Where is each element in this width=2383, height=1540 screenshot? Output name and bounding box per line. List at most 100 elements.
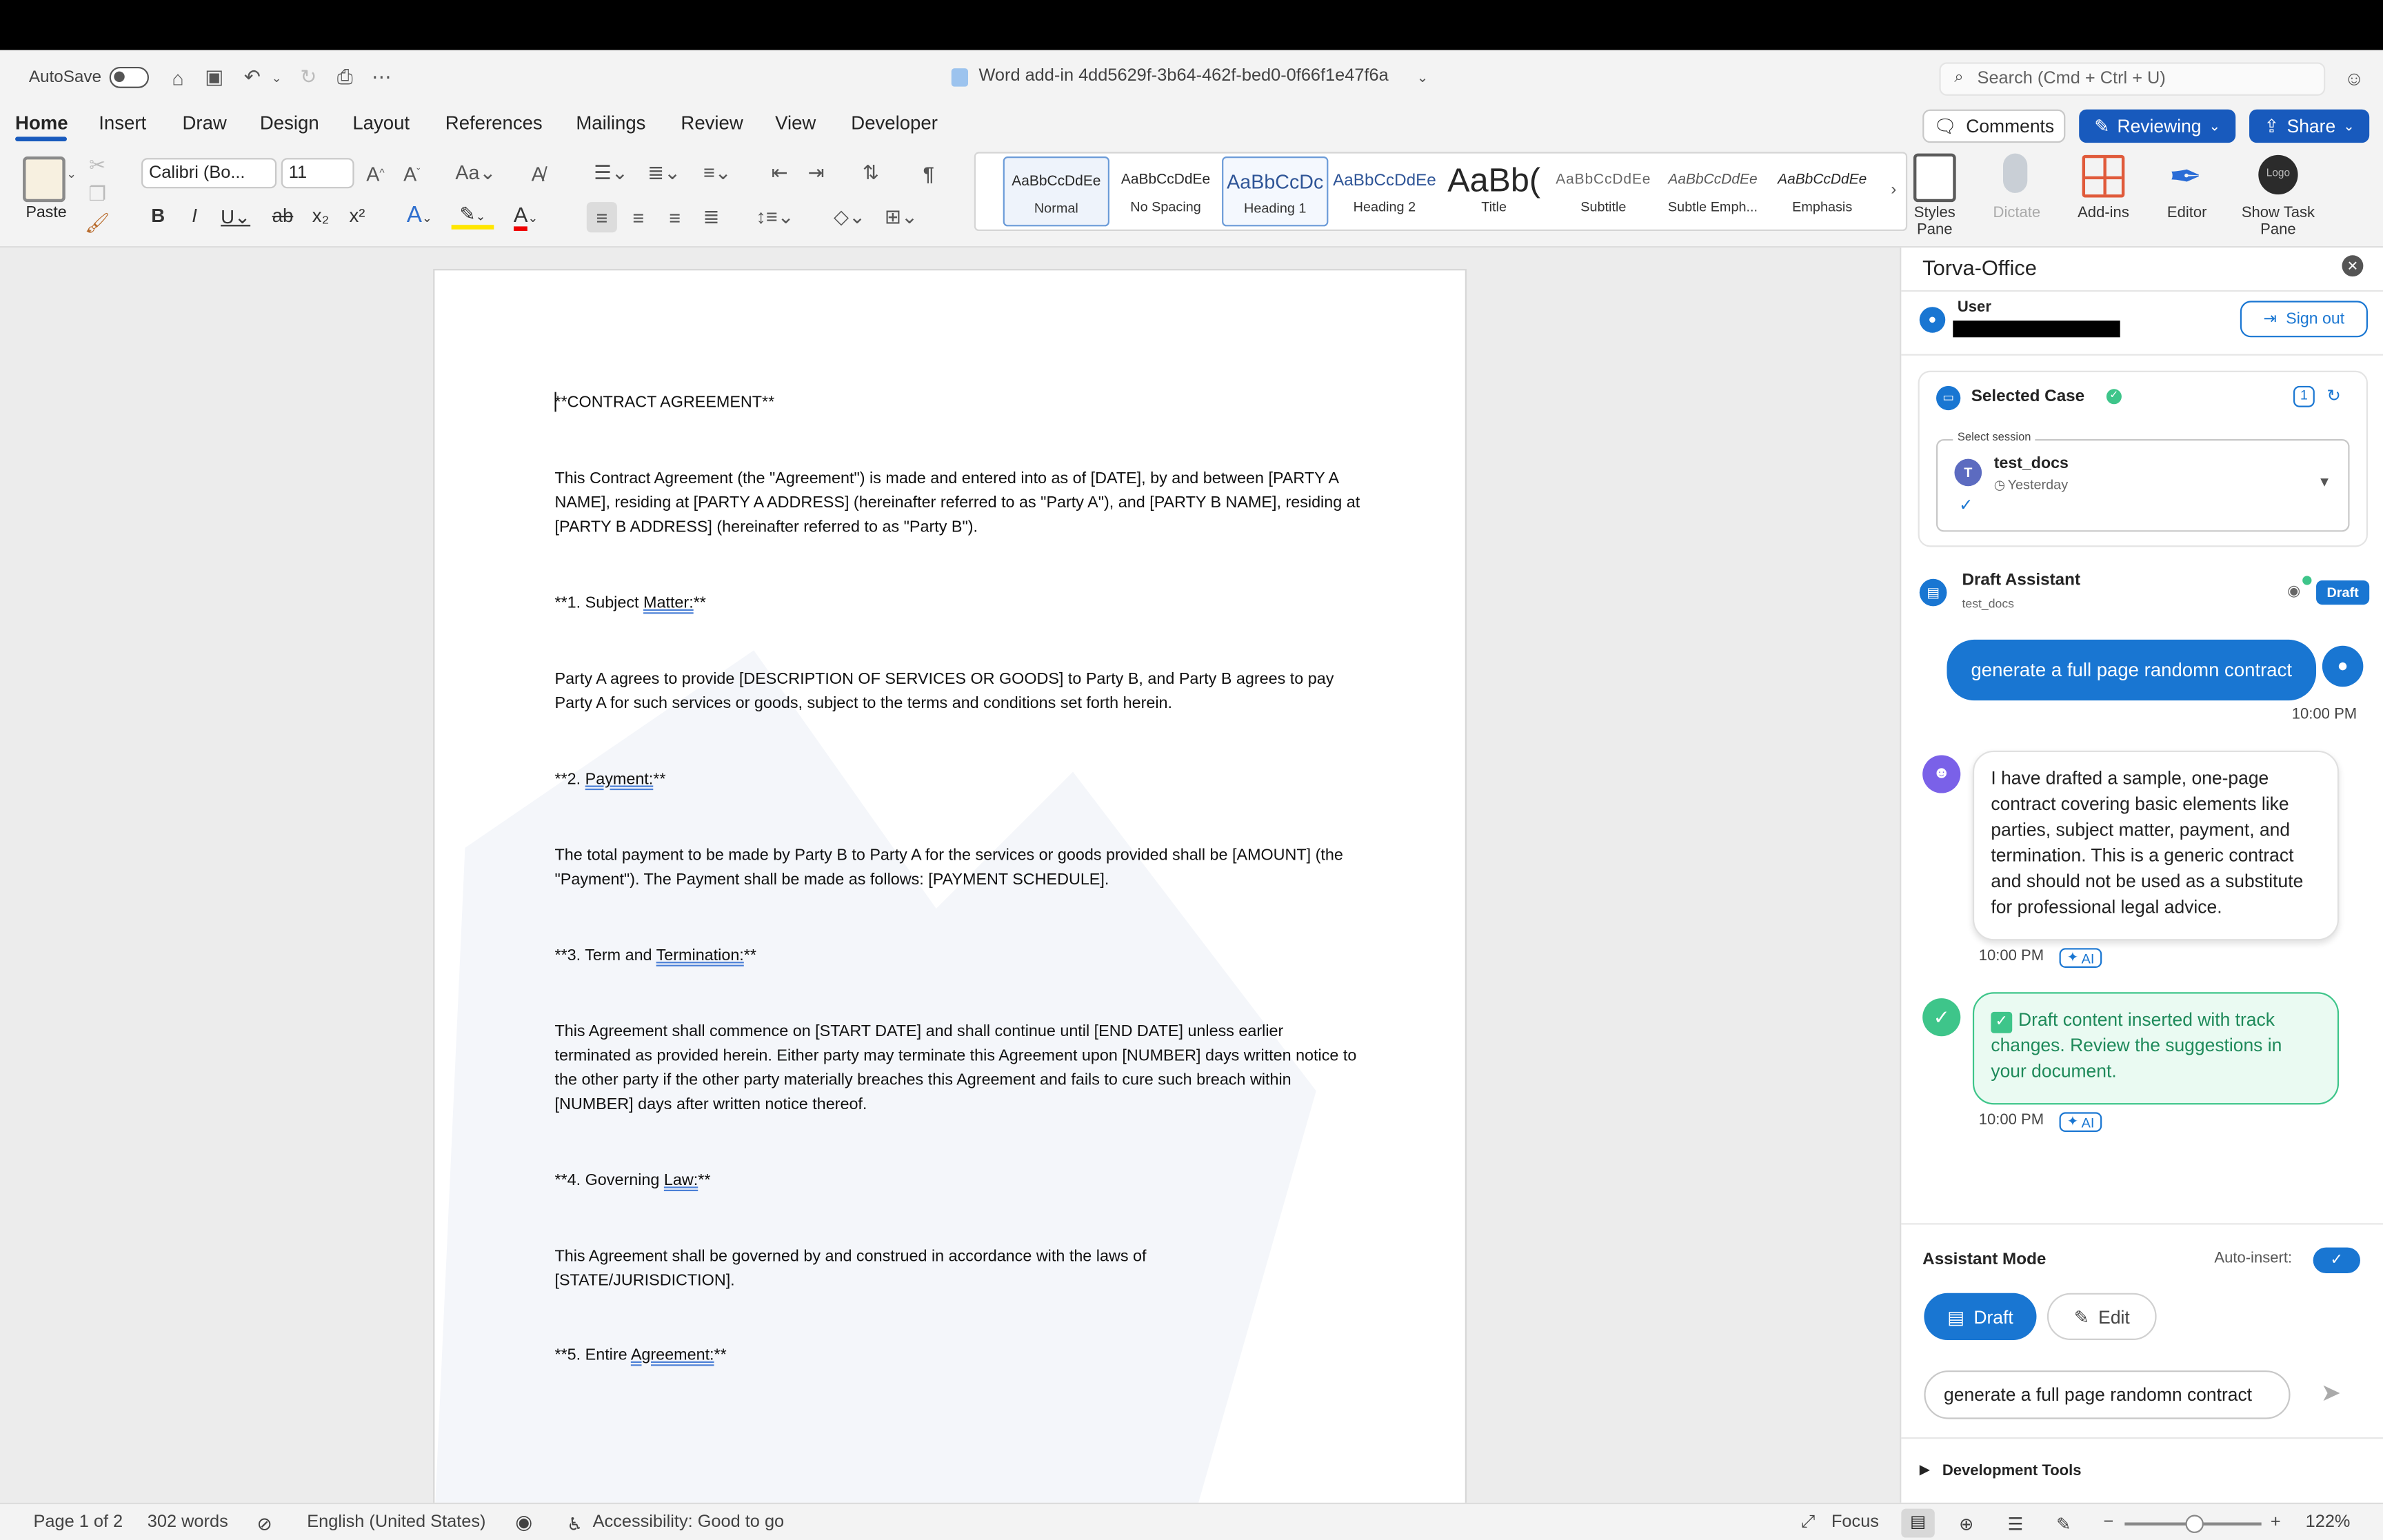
prompt-input[interactable]: generate a full page randomn contract <box>1924 1370 2291 1419</box>
sign-out-button[interactable]: ⇥ Sign out <box>2240 301 2368 338</box>
tab-developer[interactable]: Developer <box>851 112 938 134</box>
style-heading-2[interactable]: AaBbCcDdEe Heading 2 <box>1331 156 1438 226</box>
sort-icon[interactable]: ⇅ <box>857 159 885 187</box>
close-pane-icon[interactable]: ✕ <box>2342 255 2364 277</box>
increase-indent-icon[interactable]: ⇥ <box>803 159 830 187</box>
show-formatting-icon[interactable]: ¶ <box>915 159 943 187</box>
expand-triangle-icon[interactable]: ▶ <box>1920 1461 1930 1478</box>
development-tools-label[interactable]: Development Tools <box>1942 1463 2082 1480</box>
eye-icon[interactable]: ◉ <box>2287 583 2300 600</box>
document-page[interactable] <box>434 270 1465 1517</box>
draft-view-icon[interactable]: ✎ <box>2056 1513 2071 1534</box>
task-pane-logo[interactable]: Logo <box>2258 154 2298 195</box>
italic-icon[interactable]: I <box>184 205 205 227</box>
track-changes-icon[interactable]: ◉ <box>515 1510 532 1534</box>
zoom-level[interactable]: 122% <box>2306 1513 2351 1531</box>
title-chevron-icon[interactable]: ⌄ <box>1414 64 1431 92</box>
style-no-spacing[interactable]: AaBbCcDdEe No Spacing <box>1112 156 1218 226</box>
proofing-icon[interactable]: ⊘ <box>257 1513 272 1534</box>
more-icon[interactable]: ⋯ <box>368 64 395 92</box>
superscript-icon[interactable]: x² <box>347 205 368 227</box>
editor-icon[interactable]: ✒ <box>2161 152 2210 201</box>
borders-icon[interactable]: ⊞⌄ <box>878 202 924 232</box>
undo-icon[interactable]: ↶ <box>239 64 266 92</box>
page-count[interactable]: Page 1 of 2 <box>33 1513 123 1531</box>
paste-dropdown-icon[interactable]: ⌄ <box>64 163 79 184</box>
tab-view[interactable]: View <box>775 112 816 134</box>
style-subtle-emphasis[interactable]: AaBbCcDdEe Subtle Emph... <box>1660 156 1766 226</box>
autosave-toggle[interactable] <box>109 66 150 88</box>
clear-formatting-icon[interactable]: A̸ <box>524 159 552 187</box>
tab-home[interactable]: Home <box>15 112 68 134</box>
print-layout-icon[interactable]: ▤ <box>1901 1508 1935 1538</box>
subscript-icon[interactable]: x₂ <box>310 205 332 227</box>
line-spacing-icon[interactable]: ↕≡⌄ <box>752 202 798 232</box>
word-count[interactable]: 302 words <box>148 1513 228 1531</box>
font-color-icon[interactable]: A⌄ <box>505 202 547 232</box>
highlight-icon[interactable]: ✎⌄ <box>451 202 494 230</box>
dictate-icon[interactable] <box>2003 153 2028 193</box>
style-title[interactable]: AaBb( Title <box>1440 156 1547 226</box>
outline-view-icon[interactable]: ☰ <box>2008 1513 2024 1534</box>
tab-mailings[interactable]: Mailings <box>576 112 645 134</box>
zoom-slider-thumb[interactable] <box>2185 1514 2204 1533</box>
session-select[interactable]: Select session T test_docs ◷ Yesterday ✓… <box>1936 429 2350 532</box>
web-layout-icon[interactable]: ⊕ <box>1959 1513 1973 1534</box>
underline-icon[interactable]: U⌄ <box>221 205 251 228</box>
tab-insert[interactable]: Insert <box>99 112 146 134</box>
font-size-select[interactable]: 11 <box>281 158 354 189</box>
comments-button[interactable]: 🗨 Comments <box>1922 109 2066 143</box>
share-button[interactable]: ⇪ Share ⌄ <box>2249 109 2370 143</box>
font-name-select[interactable]: Calibri (Bo... <box>141 158 277 189</box>
grow-font-icon[interactable]: A ^ <box>362 159 390 187</box>
multilevel-list-icon[interactable]: ≡⌄ <box>694 159 740 187</box>
numbering-icon[interactable]: ≣⌄ <box>641 159 687 187</box>
decrease-indent-icon[interactable]: ⇤ <box>766 159 794 187</box>
styles-pane-icon[interactable] <box>1913 153 1956 203</box>
align-left-icon[interactable]: ≡ <box>586 202 617 233</box>
format-painter-icon[interactable]: 🖌 <box>85 211 110 234</box>
align-center-icon[interactable]: ≡ <box>623 202 654 232</box>
refresh-icon[interactable]: ↻ <box>2326 386 2344 407</box>
style-emphasis[interactable]: AaBbCcDdEe Emphasis <box>1769 156 1876 226</box>
bullets-icon[interactable]: ☰⌄ <box>588 159 634 187</box>
tab-references[interactable]: References <box>445 112 543 134</box>
send-icon[interactable]: ➤ <box>2321 1378 2342 1408</box>
accessibility-icon[interactable]: ♿ <box>567 1513 583 1534</box>
home-icon[interactable]: ⌂ <box>164 64 192 92</box>
bold-icon[interactable]: B <box>148 205 169 227</box>
add-ins-icon[interactable] <box>2082 154 2125 198</box>
style-normal[interactable]: AaBbCcDdEe Normal <box>1003 156 1109 227</box>
zoom-out-icon[interactable]: − <box>2103 1513 2113 1531</box>
focus-icon[interactable]: ⤢ <box>1801 1513 1815 1533</box>
tab-design[interactable]: Design <box>260 112 319 134</box>
undo-dropdown-icon[interactable]: ⌄ <box>268 64 285 92</box>
focus-label[interactable]: Focus <box>1831 1513 1879 1531</box>
shading-icon[interactable]: ◇⌄ <box>828 202 871 232</box>
reviewing-button[interactable]: ✎ Reviewing ⌄ <box>2079 109 2236 143</box>
auto-insert-toggle[interactable]: ✓ <box>2313 1247 2360 1274</box>
text-effects-icon[interactable]: A⌄ <box>398 202 441 227</box>
tab-review[interactable]: Review <box>681 112 743 134</box>
justify-icon[interactable]: ≣ <box>696 202 726 232</box>
align-right-icon[interactable]: ≡ <box>660 202 690 232</box>
redo-icon[interactable]: ↻ <box>295 64 323 92</box>
style-subtitle[interactable]: AaBbCcDdEe Subtitle <box>1550 156 1656 226</box>
tab-layout[interactable]: Layout <box>352 112 410 134</box>
shrink-font-icon[interactable]: Aˇ <box>398 159 425 187</box>
save-icon[interactable]: ▣ <box>201 64 228 92</box>
accessibility-status[interactable]: Accessibility: Good to go <box>593 1513 785 1531</box>
paste-icon[interactable] <box>23 156 66 203</box>
change-case-icon[interactable]: Aa⌄ <box>453 159 499 187</box>
styles-scroll-icon[interactable]: › <box>1884 176 1902 204</box>
mode-edit-button[interactable]: ✎ Edit <box>2047 1293 2157 1341</box>
print-icon[interactable]: ⎙ <box>331 64 359 92</box>
style-heading-1[interactable]: AaBbCcDc Heading 1 <box>1222 156 1329 227</box>
strikethrough-icon[interactable]: ab <box>270 205 294 227</box>
copy-icon[interactable]: ❐ <box>87 182 108 205</box>
account-icon[interactable]: ☺ <box>2340 64 2368 92</box>
mode-draft-button[interactable]: ▤ Draft <box>1924 1293 2037 1341</box>
document-title[interactable]: Word add-in 4dd5629f-3b64-462f-bed0-0f66… <box>978 67 1388 85</box>
search-input[interactable]: Search (Cmd + Ctrl + U) <box>1939 62 2326 96</box>
language[interactable]: English (United States) <box>307 1513 485 1531</box>
